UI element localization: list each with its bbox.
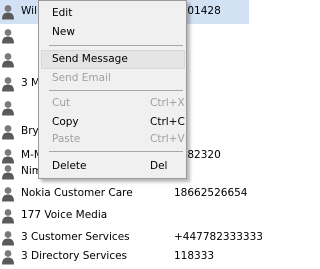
- contact-person-icon: [1, 208, 15, 224]
- menu-item-label: Paste: [52, 133, 81, 145]
- menu-item-label: Delete: [52, 160, 87, 172]
- contact-person-icon: [1, 186, 15, 202]
- menu-item-new[interactable]: New: [41, 23, 185, 42]
- contact-name: 3 Directory Services: [21, 250, 128, 262]
- contact-person-icon: [1, 100, 15, 116]
- contact-name: 3 Customer Services: [21, 231, 130, 243]
- menu-separator: [49, 151, 183, 152]
- contact-name: Wil: [21, 5, 37, 17]
- menu-item-edit[interactable]: Edit: [41, 4, 185, 23]
- contact-phone: +447782333333: [174, 231, 263, 243]
- menu-item-delete[interactable]: Delete Del: [41, 157, 185, 176]
- contact-name: Nokia Customer Care: [21, 187, 133, 199]
- menu-item-shortcut: Ctrl+X: [150, 97, 185, 109]
- menu-separator: [49, 45, 183, 46]
- menu-item-label: Send Email: [52, 72, 111, 84]
- menu-item-send-message[interactable]: Send Message: [41, 50, 185, 69]
- contact-person-icon: [1, 249, 15, 265]
- contact-person-icon: [1, 28, 15, 44]
- menu-item-label: Copy: [52, 116, 79, 128]
- contact-row[interactable]: 3 Directory Services 118333: [0, 245, 249, 269]
- contact-row[interactable]: 177 Voice Media: [0, 204, 249, 228]
- menu-item-shortcut: Del: [150, 160, 168, 172]
- contact-person-icon: [1, 4, 15, 20]
- menu-item-shortcut: Ctrl+C: [150, 116, 185, 128]
- contact-person-icon: [1, 164, 15, 180]
- menu-item-paste[interactable]: Paste Ctrl+V: [41, 130, 185, 149]
- menu-item-label: New: [52, 26, 75, 38]
- contact-name: 177 Voice Media: [21, 209, 108, 221]
- menu-item-shortcut: Ctrl+V: [150, 133, 185, 145]
- contact-person-icon: [1, 230, 15, 246]
- menu-item-cut[interactable]: Cut Ctrl+X: [41, 94, 185, 113]
- contact-row[interactable]: Nokia Customer Care 18662526654: [0, 182, 249, 206]
- menu-item-label: Send Message: [52, 53, 128, 65]
- menu-separator: [49, 90, 183, 91]
- contact-phone: 118333: [174, 250, 215, 262]
- contact-person-icon: [1, 76, 15, 92]
- contact-phone: 18662526654: [174, 187, 248, 199]
- menu-item-label: Edit: [52, 7, 73, 19]
- menu-item-send-email[interactable]: Send Email: [41, 69, 185, 88]
- contact-person-icon: [1, 124, 15, 140]
- context-menu: Edit New Send Message Send Email Cut Ctr…: [38, 0, 187, 179]
- contact-person-icon: [1, 52, 15, 68]
- menu-item-label: Cut: [52, 97, 71, 109]
